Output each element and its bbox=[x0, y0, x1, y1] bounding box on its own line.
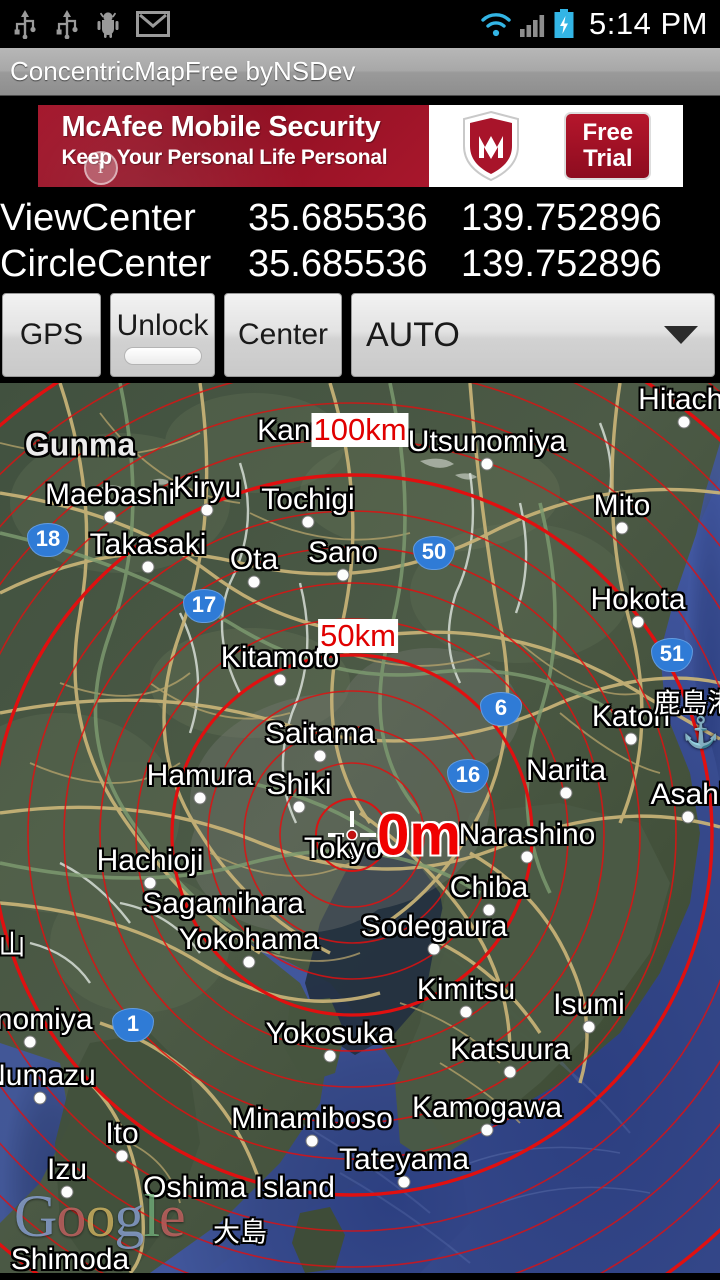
city-marker-dot bbox=[33, 1091, 47, 1105]
unlock-slider-handle[interactable] bbox=[123, 347, 202, 365]
center-distance-label: 0m bbox=[377, 802, 461, 868]
control-bar: GPS Unlock Center AUTO bbox=[0, 289, 720, 383]
city-marker-dot bbox=[242, 955, 256, 969]
city-marker-dot bbox=[681, 810, 695, 824]
mode-dropdown[interactable]: AUTO bbox=[351, 293, 715, 377]
circlecenter-label: CircleCenter bbox=[0, 243, 212, 285]
app-title-bar: ConcentricMapFree byNSDev bbox=[0, 48, 720, 96]
android-bug-icon bbox=[97, 12, 119, 38]
usb-icon bbox=[56, 10, 78, 39]
city-marker-dot bbox=[103, 510, 117, 524]
unlock-button[interactable]: Unlock bbox=[110, 293, 215, 377]
city-marker-dot bbox=[23, 1035, 37, 1049]
unlock-button-label: Unlock bbox=[116, 309, 209, 342]
status-bar: 5:14 PM bbox=[0, 0, 720, 48]
map-view[interactable]: HitachiKanumaUtsunomiyaMaebashiKiryuToch… bbox=[0, 383, 720, 1273]
ad-banner-container[interactable]: McAfee Mobile Security Keep Your Persona… bbox=[0, 96, 720, 195]
city-marker-dot bbox=[141, 560, 155, 574]
city-marker-dot bbox=[143, 876, 157, 890]
signal-icon bbox=[520, 15, 545, 37]
city-marker-dot bbox=[677, 415, 691, 429]
city-marker-dot bbox=[273, 673, 287, 687]
city-marker-dot bbox=[193, 791, 207, 805]
circlecenter-longitude: 139.752896 bbox=[461, 243, 662, 285]
usb-icon bbox=[14, 10, 36, 39]
city-marker-dot bbox=[200, 503, 214, 517]
city-marker-dot bbox=[559, 786, 573, 800]
coordinate-readout: ViewCenter 35.685536 139.752896 CircleCe… bbox=[0, 195, 720, 289]
city-marker-dot bbox=[459, 1005, 473, 1019]
chevron-down-icon bbox=[664, 326, 698, 344]
city-marker-dot bbox=[427, 942, 441, 956]
city-marker-dot bbox=[313, 749, 327, 763]
city-marker-dot bbox=[582, 1020, 596, 1034]
city-marker-dot bbox=[305, 1134, 319, 1148]
mode-dropdown-value: AUTO bbox=[366, 315, 460, 354]
city-marker-dot bbox=[247, 575, 261, 589]
free-trial-line1: Free bbox=[582, 118, 634, 146]
app-title: ConcentricMapFree byNSDev bbox=[10, 56, 356, 86]
mcafee-shield-icon bbox=[462, 110, 519, 181]
viewcenter-latitude: 35.685536 bbox=[248, 197, 428, 239]
city-marker-dot bbox=[480, 457, 494, 471]
status-bar-left-icons bbox=[12, 9, 170, 39]
city-marker-dot bbox=[503, 1065, 517, 1079]
gps-button[interactable]: GPS bbox=[2, 293, 101, 377]
city-marker-dot bbox=[397, 1175, 411, 1189]
city-marker-dot bbox=[301, 515, 315, 529]
free-trial-button[interactable]: Free Trial bbox=[564, 111, 652, 180]
city-marker-dot bbox=[624, 732, 638, 746]
city-marker-dot bbox=[615, 521, 629, 535]
anchor-icon: ⚓ bbox=[682, 716, 720, 750]
center-button-label: Center bbox=[237, 318, 329, 351]
city-marker-dot bbox=[336, 568, 350, 582]
ring-distance-label: 50km bbox=[318, 618, 398, 653]
wifi-icon bbox=[481, 13, 511, 37]
city-marker-dot bbox=[292, 800, 306, 814]
ad-info-icon[interactable]: i bbox=[83, 150, 118, 185]
city-marker-dot bbox=[115, 1149, 129, 1163]
phone-screen: 5:14 PM ConcentricMapFree byNSDev McAfee… bbox=[0, 0, 720, 1280]
ring-distance-label: 100km bbox=[311, 412, 409, 447]
center-button[interactable]: Center bbox=[224, 293, 342, 377]
city-marker-dot bbox=[520, 850, 534, 864]
city-marker-dot bbox=[480, 1123, 494, 1137]
status-bar-clock: 5:14 PM bbox=[589, 6, 708, 41]
ad-headline: McAfee Mobile Security bbox=[61, 110, 381, 143]
city-marker-dot bbox=[60, 1185, 74, 1199]
ad-cta-panel[interactable]: Free Trial bbox=[428, 104, 683, 187]
viewcenter-longitude: 139.752896 bbox=[461, 197, 662, 239]
battery-charging-icon bbox=[554, 9, 574, 38]
city-marker-dot bbox=[631, 615, 645, 629]
city-marker-dot bbox=[482, 903, 496, 917]
free-trial-line2: Trial bbox=[583, 144, 633, 172]
gmail-icon bbox=[136, 11, 170, 37]
circlecenter-row: CircleCenter 35.685536 139.752896 bbox=[0, 241, 720, 287]
viewcenter-row: ViewCenter 35.685536 139.752896 bbox=[0, 195, 720, 241]
ad-banner[interactable]: McAfee Mobile Security Keep Your Persona… bbox=[38, 104, 683, 187]
city-marker-dot bbox=[323, 1049, 337, 1063]
viewcenter-label: ViewCenter bbox=[0, 197, 196, 239]
circlecenter-latitude: 35.685536 bbox=[248, 243, 428, 285]
status-bar-right-icons: 5:14 PM bbox=[479, 6, 708, 42]
gps-button-label: GPS bbox=[19, 318, 84, 351]
